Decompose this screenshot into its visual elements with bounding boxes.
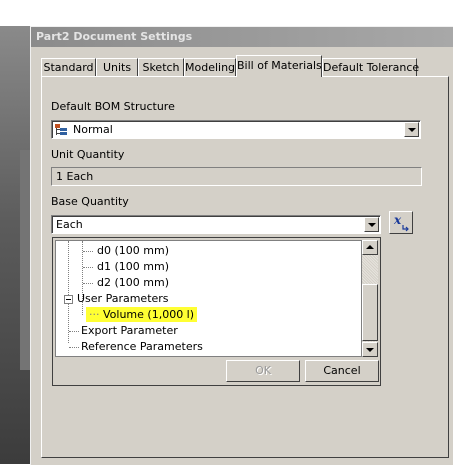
tree-item-reference-parameters[interactable]: Reference Parameters — [81, 340, 203, 354]
tab-sketch[interactable]: Sketch — [138, 58, 184, 76]
tree-item-export-parameter[interactable]: Export Parameter — [81, 324, 178, 338]
tree-item-d0[interactable]: d0 (100 mm) — [97, 244, 169, 258]
background-panel — [20, 150, 30, 370]
tree-scrollbar[interactable] — [362, 240, 378, 357]
chevron-up-icon — [366, 245, 374, 249]
tree-line — [83, 283, 93, 284]
base-quantity-dropdown-button[interactable] — [364, 217, 379, 232]
chevron-down-icon — [366, 348, 374, 352]
tree-item-volume-label: Volume (1,000 l) — [103, 308, 195, 321]
base-quantity-value: Each — [56, 218, 83, 231]
tab-bill-of-materials[interactable]: Bill of Materials — [236, 55, 322, 77]
scroll-down-button[interactable] — [362, 342, 378, 357]
dialog-title: Part2 Document Settings — [31, 27, 453, 47]
unit-quantity-value: 1 Each — [56, 170, 94, 183]
scroll-up-button[interactable] — [362, 240, 378, 255]
tab-default-tolerance[interactable]: Default Tolerance — [322, 58, 419, 76]
chevron-down-icon — [368, 223, 376, 227]
bom-structure-dropdown-button[interactable] — [404, 122, 419, 137]
tab-standard[interactable]: Standard — [41, 58, 96, 76]
background-right — [452, 40, 469, 464]
unit-quantity-field: 1 Each — [51, 167, 422, 186]
tree-item-d2[interactable]: d2 (100 mm) — [97, 276, 169, 290]
ok-button[interactable]: OK — [226, 360, 300, 382]
tree-item-d1[interactable]: d1 (100 mm) — [97, 260, 169, 274]
tree-line — [83, 251, 93, 252]
parameter-tree: d0 (100 mm) d1 (100 mm) d2 (100 mm) User… — [55, 240, 362, 357]
bom-structure-icon — [55, 124, 67, 135]
fx-parameter-icon: x — [393, 213, 409, 232]
chevron-down-icon — [408, 128, 416, 132]
default-bom-structure-label: Default BOM Structure — [51, 100, 175, 113]
tree-line — [69, 331, 79, 332]
tab-units[interactable]: Units — [96, 58, 138, 76]
tab-modeling[interactable]: Modeling — [184, 58, 236, 76]
base-quantity-select[interactable]: Each — [51, 215, 381, 234]
background-top — [0, 0, 469, 26]
fx-icon-glyph: x — [393, 213, 402, 227]
tree-line — [68, 241, 69, 343]
scroll-thumb[interactable] — [362, 284, 378, 341]
cancel-button[interactable]: Cancel — [305, 360, 379, 382]
tree-item-volume[interactable]: ··· Volume (1,000 l) — [86, 307, 198, 322]
bom-structure-select[interactable]: Normal — [51, 120, 421, 139]
tree-line — [83, 267, 93, 268]
unit-quantity-label: Unit Quantity — [51, 148, 125, 161]
volume-highlight: ··· Volume (1,000 l) — [86, 307, 198, 322]
bom-structure-value: Normal — [73, 123, 113, 136]
parameter-fx-button[interactable]: x — [389, 211, 413, 234]
tree-line — [69, 347, 79, 348]
base-quantity-label: Base Quantity — [51, 195, 129, 208]
base-quantity-dropdown-list: d0 (100 mm) d1 (100 mm) d2 (100 mm) User… — [52, 237, 381, 386]
tree-item-user-parameters[interactable]: User Parameters — [77, 292, 169, 306]
collapse-icon[interactable] — [64, 295, 73, 304]
